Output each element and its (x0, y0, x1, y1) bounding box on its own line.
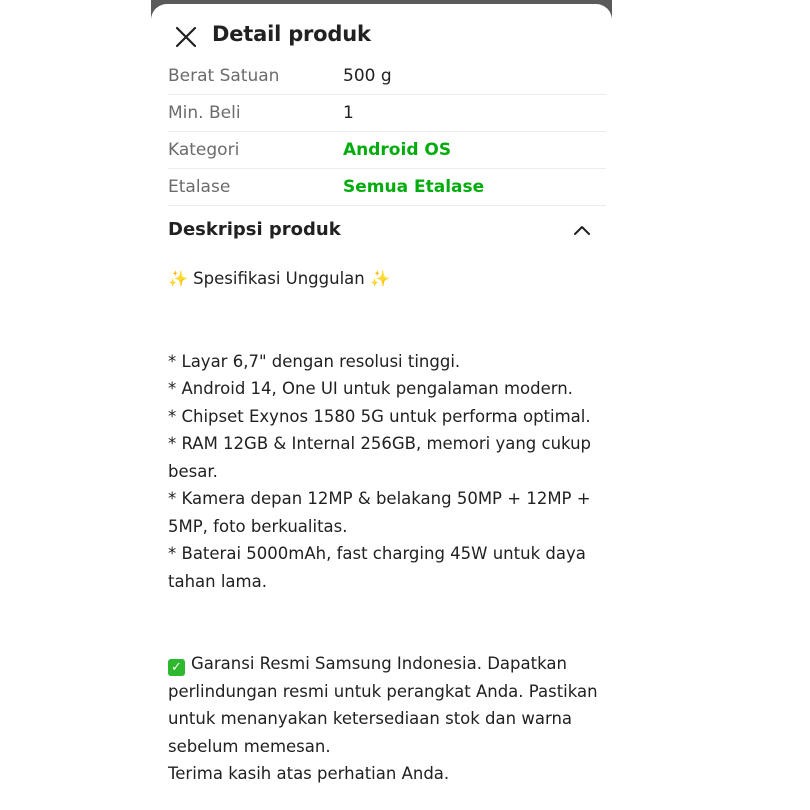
info-row-weight: Berat Satuan 500 g (168, 58, 606, 95)
info-label: Min. Beli (168, 103, 241, 123)
spec-item: * Baterai 5000mAh, fast charging 45W unt… (168, 544, 586, 591)
info-label: Kategori (168, 140, 240, 160)
category-link[interactable]: Android OS (343, 140, 451, 160)
sparkles-icon: ✨ (370, 269, 390, 288)
spec-intro: ✨ Spesifikasi Unggulan ✨ (168, 265, 598, 293)
spec-item: * RAM 12GB & Internal 256GB, memori yang… (168, 434, 592, 481)
warranty-text: ✓ Garansi Resmi Samsung Indonesia. Dapatk… (168, 650, 598, 760)
description-body: ✨ Spesifikasi Unggulan ✨ * Layar 6,7" de… (168, 265, 598, 788)
info-row-showcase: Etalase Semua Etalase (168, 169, 606, 206)
sheet-title: Detail produk (212, 22, 371, 46)
chevron-up-icon (572, 221, 592, 241)
description-toggle[interactable]: Deskripsi produk (168, 213, 592, 245)
spec-item: * Kamera depan 12MP & belakang 50MP + 12… (168, 489, 591, 536)
check-mark-icon: ✓ (168, 659, 185, 676)
info-label: Berat Satuan (168, 66, 280, 86)
info-value: 1 (343, 103, 354, 123)
warranty-body: Garansi Resmi Samsung Indonesia. Dapatka… (168, 654, 598, 756)
info-row-min-purchase: Min. Beli 1 (168, 95, 606, 132)
info-value: 500 g (343, 66, 392, 86)
info-row-category: Kategori Android OS (168, 132, 606, 169)
spec-intro-text: Spesifikasi Unggulan (193, 269, 365, 288)
spec-item: * Chipset Exynos 1580 5G untuk performa … (168, 406, 591, 426)
description-title: Deskripsi produk (168, 219, 341, 240)
close-icon (173, 24, 199, 50)
info-label: Etalase (168, 177, 231, 197)
showcase-link[interactable]: Semua Etalase (343, 177, 484, 197)
sheet-header: Detail produk (151, 4, 612, 66)
product-detail-sheet: Detail produk Berat Satuan 500 g Min. Be… (151, 4, 612, 810)
screen: Detail produk Berat Satuan 500 g Min. Be… (0, 0, 810, 810)
thanks-text: Terima kasih atas perhatian Anda. (168, 764, 450, 783)
spec-item: * Android 14, One UI untuk pengalaman mo… (168, 379, 573, 398)
close-button[interactable] (173, 24, 199, 50)
sparkles-icon: ✨ (168, 269, 188, 288)
product-info-table: Berat Satuan 500 g Min. Beli 1 Kategori … (168, 58, 606, 206)
spec-item: * Layar 6,7" dengan resolusi tinggi. (168, 351, 461, 371)
